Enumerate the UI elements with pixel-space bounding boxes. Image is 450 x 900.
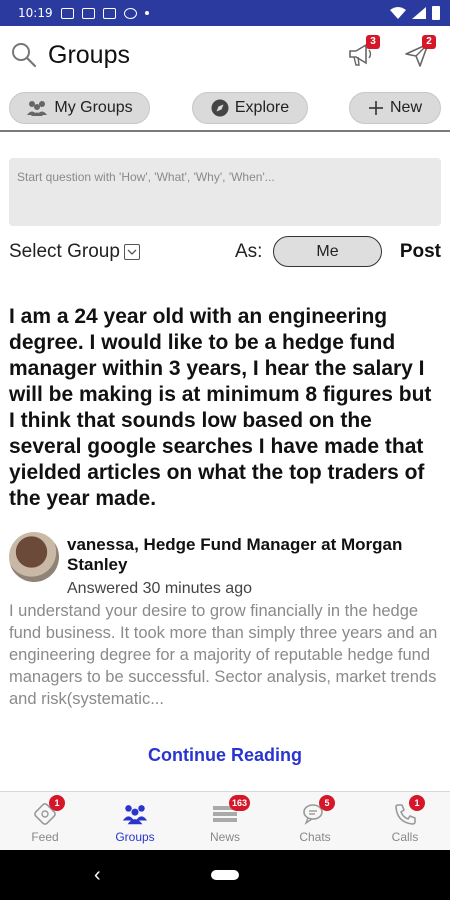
system-navigation-bar: ‹ [0,850,450,900]
divider [0,130,450,132]
select-group-label: Select Group [9,241,120,262]
app-icon [102,7,116,19]
battery-icon [432,6,440,20]
explore-button[interactable]: Explore [192,92,308,124]
nav-label-feed: Feed [31,830,59,844]
new-label: New [389,99,422,116]
dot-icon [144,11,149,15]
nav-item-calls[interactable]: 1 Calls [360,792,450,850]
nav-label-chats: Chats [299,830,331,844]
notification-icon [60,7,74,19]
bottom-navigation: 1 Feed Groups 163 News 5 Chats 1 Calls [0,791,450,850]
question-title[interactable]: I am a 24 year old with an engineering d… [9,304,441,512]
nav-label-groups: Groups [115,830,155,844]
as-label: As: [235,241,263,262]
nav-item-news[interactable]: 163 News [180,792,270,850]
messages-button[interactable]: 2 [400,35,436,72]
select-group-dropdown[interactable]: Select Group [9,241,140,263]
people-icon [27,101,48,116]
signal-icon [412,7,426,19]
wifi-icon [390,7,406,19]
chevron-down-icon [123,244,140,260]
my-groups-label: My Groups [54,99,133,116]
post-as-selector[interactable]: Me [273,236,382,267]
nav-label-news: News [209,830,240,844]
plus-icon [368,101,383,115]
nav-item-chats[interactable]: 5 Chats [270,792,360,850]
chats-badge: 5 [319,795,335,811]
question-input[interactable]: Start question with 'How', 'What', 'Why'… [9,158,441,226]
post-button[interactable]: Post [400,241,441,263]
search-icon[interactable] [10,41,38,69]
nav-label-calls: Calls [391,830,419,844]
home-icon[interactable] [211,870,239,880]
calls-badge: 1 [409,795,425,811]
back-icon[interactable]: ‹ [94,864,101,887]
nav-item-feed[interactable]: 1 Feed [0,792,90,850]
answer-time: Answered 30 minutes ago [67,580,252,597]
answer-author[interactable]: vanessa, Hedge Fund Manager at Morgan St… [67,535,437,575]
my-groups-button[interactable]: My Groups [9,92,150,124]
explore-label: Explore [234,99,290,116]
status-time: 10:19 [18,6,53,20]
messages-badge: 2 [422,35,436,49]
question-placeholder: Start question with 'How', 'What', 'Why'… [17,170,275,184]
composer-options: Select Group As: Me Post [9,236,441,268]
avatar[interactable] [9,532,59,582]
notifications-badge: 3 [366,35,380,49]
feed-badge: 1 [49,795,65,811]
answer-text: I understand your desire to grow financi… [9,602,438,708]
notifications-button[interactable]: 3 [344,35,380,72]
groups-icon [122,802,148,826]
image-icon [81,7,95,19]
post-as-value: Me [316,242,339,260]
news-badge: 163 [229,795,251,811]
nav-item-groups[interactable]: Groups [90,792,180,850]
status-bar: 10:19 [0,0,450,26]
sync-icon [123,7,137,19]
continue-reading-link[interactable]: Continue Reading [0,745,450,766]
new-group-button[interactable]: New [349,92,441,124]
group-filter-row: My Groups Explore New [0,92,450,124]
app-header: Groups 3 2 [0,26,450,84]
compass-icon [211,99,229,117]
page-title: Groups [48,40,130,69]
